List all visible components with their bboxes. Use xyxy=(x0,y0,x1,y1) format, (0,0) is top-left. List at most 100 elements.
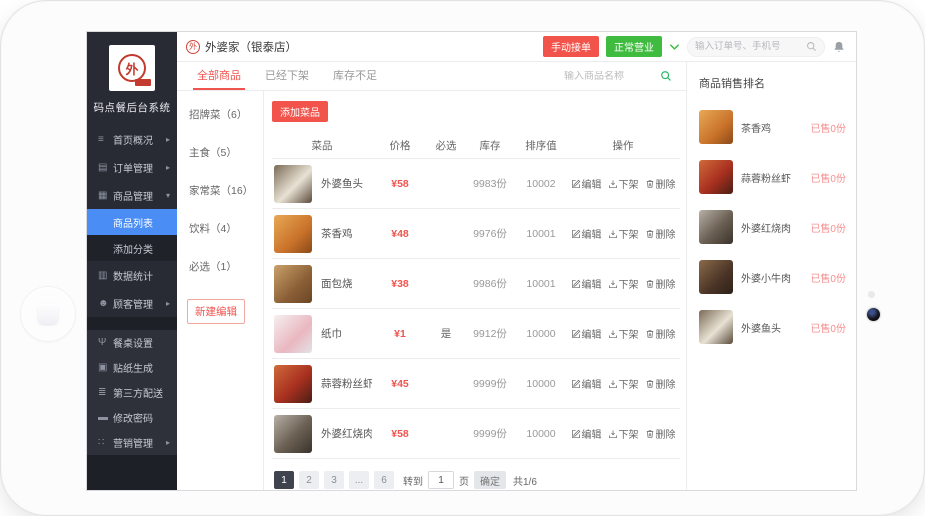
sidebar-item[interactable]: ≣ 第三方配送 xyxy=(87,380,177,405)
sidebar-item-label: 数据统计 xyxy=(113,268,170,283)
sidebar-item[interactable]: ☻ 顾客管理 ▸ xyxy=(87,289,177,317)
sidebar-item[interactable]: ≡ 首页概况 ▸ xyxy=(87,125,177,153)
header-dish: 菜品 xyxy=(272,138,372,153)
dish-cell: 外婆红烧肉 xyxy=(272,415,372,453)
order-search-input[interactable] xyxy=(695,41,806,52)
page-button[interactable]: 1 xyxy=(274,471,294,489)
sidebar-item[interactable]: 商品列表 xyxy=(87,209,177,235)
sidebar-filler xyxy=(87,455,177,490)
edit-button[interactable]: 编辑 xyxy=(571,376,602,391)
dish-name: 纸巾 xyxy=(321,326,342,341)
required-cell: 是 xyxy=(428,326,464,341)
sidebar-item[interactable]: ∷ 营销管理 ▸ xyxy=(87,430,177,455)
ranking-list: 茶香鸡 已售0份 蒜蓉粉丝虾 已售0份 xyxy=(687,102,856,352)
goto-label: 转到 xyxy=(403,473,423,488)
actions-cell: 编辑 下架 xyxy=(566,376,680,391)
chevron-icon: ▸ xyxy=(166,438,170,447)
sidebar-item[interactable]: ▣ 贴纸生成 xyxy=(87,355,177,380)
delete-button[interactable]: 删除 xyxy=(645,376,676,391)
dish-image xyxy=(274,315,312,353)
edit-button[interactable]: 编辑 xyxy=(571,176,602,191)
status-chevron-down-icon[interactable] xyxy=(669,43,680,51)
tab[interactable]: 已经下架 xyxy=(261,62,313,90)
new-edit-button[interactable]: 新建编辑 xyxy=(187,299,245,324)
stock-cell: 9976份 xyxy=(464,226,516,241)
home-button[interactable] xyxy=(21,287,75,341)
sort-cell: 10000 xyxy=(516,328,566,340)
off-shelf-button[interactable]: 下架 xyxy=(608,276,639,291)
ranking-dish-name: 外婆小牛肉 xyxy=(741,270,791,285)
dish-image xyxy=(274,365,312,403)
page-button[interactable]: 3 xyxy=(324,471,344,489)
stock-cell: 9999份 xyxy=(464,426,516,441)
product-table-area: 添加菜品 菜品 价格 必选 库存 排序值 操作 xyxy=(264,91,686,490)
search-icon xyxy=(806,41,817,52)
actions-cell: 编辑 下架 xyxy=(566,176,680,191)
dish-image xyxy=(274,215,312,253)
product-search-input[interactable] xyxy=(564,71,654,82)
delete-button[interactable]: 删除 xyxy=(645,176,676,191)
category-list: 招牌菜（6） 主食（5） 家常菜（16） 饮料（4） 必选（1） xyxy=(177,91,264,490)
delete-button[interactable]: 删除 xyxy=(645,226,676,241)
off-shelf-button[interactable]: 下架 xyxy=(608,376,639,391)
page-unit-label: 页 xyxy=(459,473,469,488)
page-button[interactable]: ... xyxy=(349,471,369,489)
category-item[interactable]: 主食（5） xyxy=(177,145,263,183)
delete-button[interactable]: 删除 xyxy=(645,426,676,441)
sort-cell: 10000 xyxy=(516,428,566,440)
dish-cell: 外婆鱼头 xyxy=(272,165,372,203)
app-logo: 外 xyxy=(109,45,155,91)
off-shelf-button[interactable]: 下架 xyxy=(608,326,639,341)
sidebar-item[interactable]: 添加分类 xyxy=(87,235,177,261)
ranking-dish-name: 外婆鱼头 xyxy=(741,320,781,335)
add-dish-button[interactable]: 添加菜品 xyxy=(272,101,328,122)
business-status-button[interactable]: 正常营业 xyxy=(606,36,662,57)
tab[interactable]: 库存不足 xyxy=(329,62,381,90)
topbar: 外 外婆家（银泰店） 手动接单 正常营业 xyxy=(177,32,856,62)
edit-button[interactable]: 编辑 xyxy=(571,226,602,241)
category-item[interactable]: 饮料（4） xyxy=(177,221,263,259)
table-setting-icon: Ψ xyxy=(98,337,113,348)
sidebar-item[interactable]: ▥ 数据统计 xyxy=(87,261,177,289)
off-shelf-button[interactable]: 下架 xyxy=(608,176,639,191)
product-search[interactable] xyxy=(564,70,672,82)
category-item[interactable]: 招牌菜（6） xyxy=(177,107,263,145)
search-icon[interactable] xyxy=(660,70,672,82)
tab[interactable]: 全部商品 xyxy=(193,62,245,90)
table-row: 茶香鸡 ¥48 9976份 10001 xyxy=(272,208,680,258)
sold-count: 已售0份 xyxy=(810,120,846,135)
sidebar-item[interactable]: Ψ 餐桌设置 xyxy=(87,330,177,355)
sort-cell: 10001 xyxy=(516,278,566,290)
category-item[interactable]: 家常菜（16） xyxy=(177,183,263,221)
order-search[interactable] xyxy=(687,37,825,57)
sidebar-item-label: 餐桌设置 xyxy=(113,335,170,350)
notification-bell-icon[interactable] xyxy=(832,40,846,54)
sidebar-item-label: 订单管理 xyxy=(113,160,166,175)
page-button[interactable]: 6 xyxy=(374,471,394,489)
sidebar-item[interactable]: ▤ 订单管理 ▸ xyxy=(87,153,177,181)
manual-order-button[interactable]: 手动接单 xyxy=(543,36,599,57)
goto-confirm-button[interactable]: 确定 xyxy=(474,471,506,489)
sidebar-item-label: 添加分类 xyxy=(113,241,170,256)
page-button[interactable]: 2 xyxy=(299,471,319,489)
order-manage-icon: ▤ xyxy=(98,162,113,173)
brand-seal-icon xyxy=(135,79,151,86)
data-stats-icon: ▥ xyxy=(98,270,113,281)
sidebar: 外 码点餐后台系统 ≡ 首页概况 ▸ ▤ 订单 xyxy=(87,32,177,490)
dish-image xyxy=(699,110,733,144)
edit-button[interactable]: 编辑 xyxy=(571,326,602,341)
sidebar-item[interactable]: ▦ 商品管理 ▾ xyxy=(87,181,177,209)
store-info: 外 外婆家（银泰店） xyxy=(186,39,297,55)
off-shelf-button[interactable]: 下架 xyxy=(608,226,639,241)
off-shelf-button[interactable]: 下架 xyxy=(608,426,639,441)
edit-button[interactable]: 编辑 xyxy=(571,276,602,291)
goto-page-input[interactable] xyxy=(428,471,454,489)
delete-button[interactable]: 删除 xyxy=(645,276,676,291)
dish-name: 面包烧 xyxy=(321,276,353,291)
delete-button[interactable]: 删除 xyxy=(645,326,676,341)
dish-cell: 面包烧 xyxy=(272,265,372,303)
category-item[interactable]: 必选（1） xyxy=(177,259,263,297)
sidebar-item[interactable]: ▬ 修改密码 xyxy=(87,405,177,430)
edit-button[interactable]: 编辑 xyxy=(571,426,602,441)
page-buttons: 1 2 3 ... 6 xyxy=(274,471,394,489)
